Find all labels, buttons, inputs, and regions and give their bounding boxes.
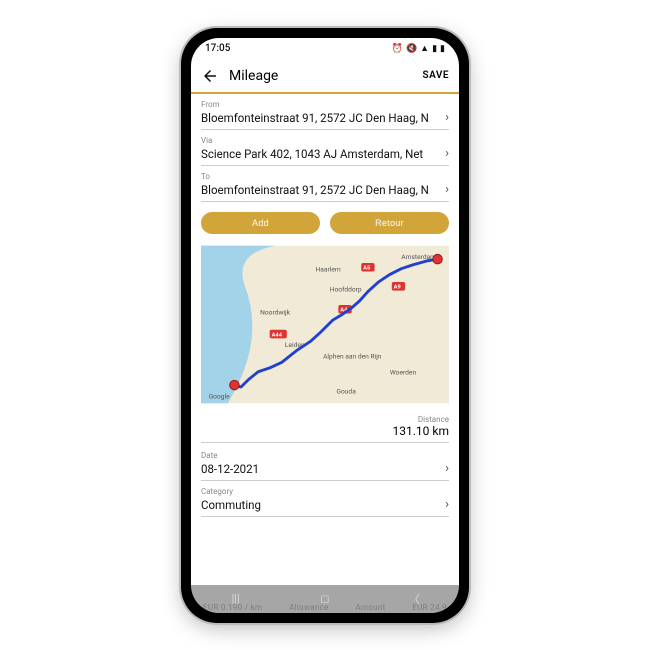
alarm-icon: ⏰: [392, 44, 403, 54]
svg-text:Woerden: Woerden: [390, 368, 417, 376]
status-icons: ⏰ 🔇 ▲ ▮ ▮: [392, 43, 445, 54]
from-value: Bloemfonteinstraat 91, 2572 JC Den Haag,…: [201, 109, 435, 127]
chevron-right-icon[interactable]: ›: [435, 146, 449, 161]
from-label: From: [201, 100, 449, 109]
map-svg: A5 A9 A4 A44 Amsterdam Haarlem Hoofddorp…: [201, 242, 449, 407]
destination-marker-icon: [433, 254, 443, 264]
vibrate-icon: 🔇: [406, 44, 417, 54]
via-label: Via: [201, 136, 449, 145]
add-button[interactable]: Add: [201, 212, 320, 234]
category-field[interactable]: Category Commuting ›: [201, 487, 449, 517]
svg-text:Hoofddorp: Hoofddorp: [330, 285, 362, 293]
retour-button[interactable]: Retour: [330, 212, 449, 234]
content: From Bloemfonteinstraat 91, 2572 JC Den …: [191, 94, 459, 613]
svg-text:Haarlem: Haarlem: [315, 265, 340, 273]
save-button[interactable]: SAVE: [422, 70, 449, 81]
via-field[interactable]: Via Science Park 402, 1043 AJ Amsterdam,…: [201, 136, 449, 166]
status-bar: 17:05 ⏰ 🔇 ▲ ▮ ▮: [191, 38, 459, 60]
amount-label: Amount: [355, 603, 385, 612]
date-value: 08-12-2021: [201, 460, 435, 478]
to-value: Bloemfonteinstraat 91, 2572 JC Den Haag,…: [201, 181, 435, 199]
back-button[interactable]: [201, 67, 223, 85]
wifi-icon: ▲: [420, 43, 429, 54]
category-value: Commuting: [201, 496, 435, 514]
svg-text:A44: A44: [272, 332, 283, 338]
to-label: To: [201, 172, 449, 181]
category-label: Category: [201, 487, 449, 496]
allowance-label: Allowance: [289, 603, 329, 612]
date-label: Date: [201, 451, 449, 460]
map-attribution: Google: [209, 392, 230, 400]
date-field[interactable]: Date 08-12-2021 ›: [201, 451, 449, 481]
arrow-left-icon: [201, 67, 219, 85]
route-map[interactable]: A5 A9 A4 A44 Amsterdam Haarlem Hoofddorp…: [201, 242, 449, 407]
distance-value: 131.10 km: [201, 424, 449, 438]
svg-text:Alphen aan den Rijn: Alphen aan den Rijn: [323, 352, 382, 360]
origin-marker-icon: [230, 380, 240, 390]
screen: 17:05 ⏰ 🔇 ▲ ▮ ▮ Mileage SAVE From Bloemf…: [191, 38, 459, 613]
svg-text:A5: A5: [363, 265, 371, 271]
chevron-right-icon[interactable]: ›: [435, 110, 449, 125]
chevron-right-icon[interactable]: ›: [435, 182, 449, 197]
to-field[interactable]: To Bloemfonteinstraat 91, 2572 JC Den Ha…: [201, 172, 449, 202]
status-time: 17:05: [205, 43, 230, 54]
signal-icon: ▮: [432, 44, 437, 54]
svg-text:Noordwijk: Noordwijk: [260, 308, 291, 316]
faded-footer-row: EUR 0.190 / km Allowance Amount EUR 24.9: [191, 603, 459, 612]
via-value: Science Park 402, 1043 AJ Amsterdam, Net: [201, 145, 435, 163]
svg-text:Gouda: Gouda: [336, 387, 356, 395]
page-title: Mileage: [229, 68, 422, 84]
distance-label: Distance: [201, 415, 449, 424]
chevron-right-icon[interactable]: ›: [435, 497, 449, 512]
svg-text:A9: A9: [394, 284, 401, 290]
button-row: Add Retour: [201, 212, 449, 234]
from-field[interactable]: From Bloemfonteinstraat 91, 2572 JC Den …: [201, 100, 449, 130]
amount-value: EUR 24.9: [412, 603, 447, 612]
phone-frame: 17:05 ⏰ 🔇 ▲ ▮ ▮ Mileage SAVE From Bloemf…: [181, 28, 469, 623]
chevron-right-icon[interactable]: ›: [435, 461, 449, 476]
app-bar: Mileage SAVE: [191, 60, 459, 94]
battery-icon: ▮: [440, 44, 445, 54]
distance-field: Distance 131.10 km: [201, 415, 449, 443]
rate-value: EUR 0.190 / km: [203, 603, 262, 612]
